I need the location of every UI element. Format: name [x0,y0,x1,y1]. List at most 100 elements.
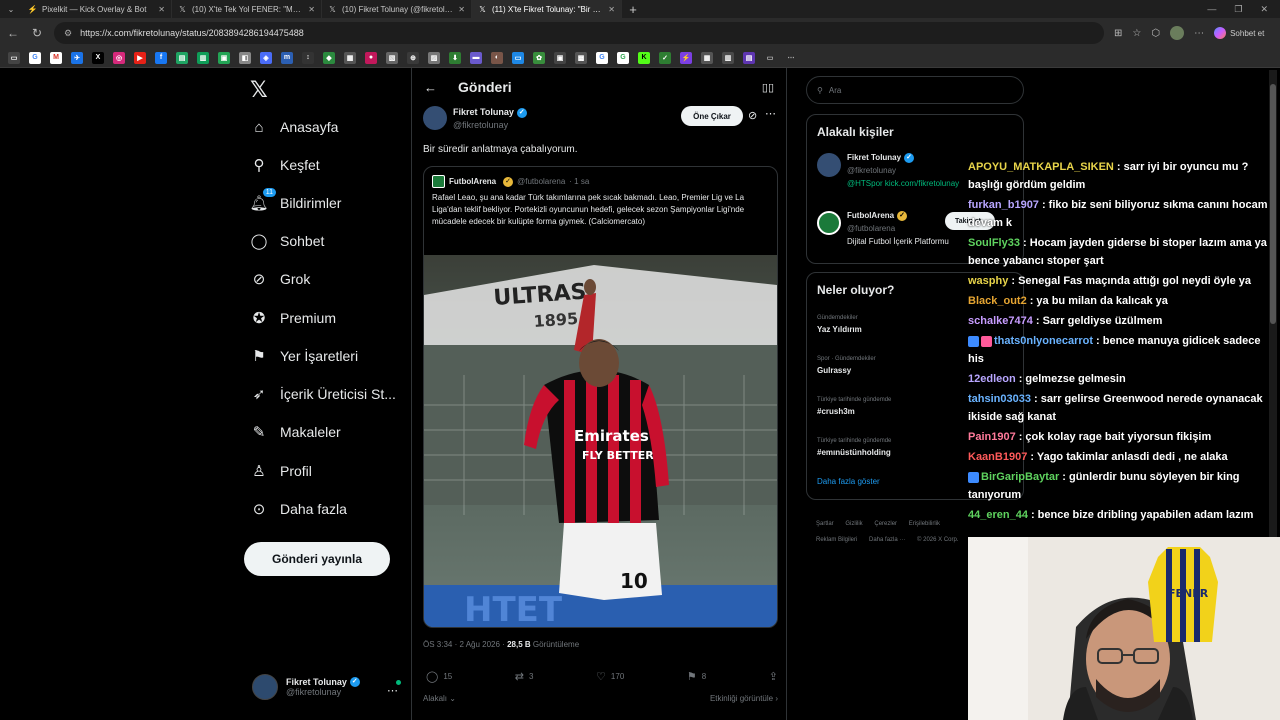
bookmark-icon[interactable]: ▬ [470,51,482,64]
bookmark-icon[interactable]: ▧ [386,51,398,64]
nav-profile[interactable]: ♙ Profil [250,456,312,486]
browser-tab-active[interactable]: 𝕏 (11) X'te Fikret Tolunay: "Bir süredi … [472,0,622,18]
footer-link[interactable]: Reklam Bilgileri [816,537,857,543]
close-tab-icon[interactable]: ✕ [308,5,315,14]
instagram-icon[interactable]: ◎ [113,51,125,64]
like-button[interactable]: ♡ 170 [596,670,624,683]
bookmark-icon[interactable]: ▭ [8,51,20,64]
trend-item[interactable]: Türkiye tarihinde gündemde #crush3m [817,397,891,416]
bookmark-icon[interactable]: ✓ [659,51,671,64]
browser-tab[interactable]: 𝕏 (10) Fikret Tolunay (@fikretolunay) ✕ [322,0,472,18]
nav-premium[interactable]: ✪ Premium [250,303,336,333]
browser-tab[interactable]: 𝕏 (10) X'te Tek Yol FENER: "Moussa S ✕ [172,0,322,18]
bookmark-icon[interactable]: ▤ [743,51,755,64]
nav-home[interactable]: ⌂ Anasayfa [250,112,338,142]
menu-dots-icon[interactable]: ⋯ [1194,28,1204,39]
bookmark-icon[interactable]: m [281,51,293,64]
folder-icon[interactable]: ▭ [764,52,776,64]
footer-link[interactable]: Gizlilik [845,521,862,527]
gmail-icon[interactable]: M [50,51,62,64]
bookmark-icon[interactable]: ▣ [218,51,230,64]
grok-icon[interactable]: ⊘ [748,109,757,122]
footer-link[interactable]: Çerezler [874,521,897,527]
repost-button[interactable]: ⇄ 3 [515,670,534,683]
close-tab-icon[interactable]: ✕ [158,5,165,14]
sort-dropdown[interactable]: Alakalı ⌄ [423,694,456,703]
bookmark-icon[interactable]: ▣ [554,51,566,64]
bookmark-icon[interactable]: ↕ [302,51,314,64]
feature-button[interactable]: Öne Çıkar [681,106,743,126]
more-bookmarks-icon[interactable]: ⋯ [785,52,797,64]
tab-list-chevron-icon[interactable]: ⌄ [0,5,22,14]
account-menu-icon[interactable]: ⋯ [387,684,398,697]
nav-explore[interactable]: ⚲ Keşfet [250,150,320,180]
more-options-icon[interactable]: ⋯ [765,107,776,120]
search-input[interactable]: ⚲ Ara [806,76,1024,104]
google-icon[interactable]: G [596,51,608,64]
post-button[interactable]: Gönderi yayınla [244,542,390,576]
nav-grok[interactable]: ⊘ Grok [250,264,311,294]
nav-more[interactable]: ⊙ Daha fazla [250,494,347,524]
x-icon[interactable]: X [92,51,104,64]
site-info-icon[interactable]: ⚙ [64,28,72,39]
bookmark-icon[interactable]: ⊕ [407,51,419,64]
bookmark-icon[interactable]: ◧ [239,51,251,64]
bookmark-icon[interactable]: ▩ [575,51,587,64]
youtube-icon[interactable]: ▶ [134,51,146,64]
nav-chat[interactable]: ◯ Sohbet [250,226,325,256]
maximize-icon[interactable]: ❐ [1234,4,1242,15]
bookmark-icon[interactable]: ◐ [491,51,503,64]
close-window-icon[interactable]: ✕ [1260,4,1268,15]
nav-creator-studio[interactable]: ➶ İçerik Üreticisi St... [250,379,396,409]
footer-link[interactable]: Şartlar [816,521,834,527]
tweet-time[interactable]: ÖS 3:34 · 2 Ağu 2026 · [423,640,505,649]
scrollbar-thumb[interactable] [1270,84,1276,324]
google-icon[interactable]: G [617,51,629,64]
trend-item[interactable]: Spor · Gündemdekiler Gulrassy [817,356,876,375]
footer-link[interactable]: Daha fazla ··· [869,537,905,543]
google-icon[interactable]: G [29,51,41,64]
footer-link[interactable]: Erişilebilirlik [909,521,940,527]
translate-icon[interactable]: ⊞ [1114,28,1122,39]
avatar[interactable] [423,106,447,130]
view-activity-link[interactable]: Etkinliği görüntüle › [710,694,778,703]
reader-mode-icon[interactable]: ▯▯ [762,81,774,94]
nav-articles[interactable]: ✎ Makaleler [250,417,341,447]
show-more-link[interactable]: Daha fazla göster [817,477,880,486]
star-icon[interactable]: ☆ [1132,28,1141,39]
bookmark-icon[interactable]: ◈ [260,51,272,64]
bookmark-icon[interactable]: ⚡ [680,51,692,64]
tweet-photo[interactable]: ULTRAS 1895 HTET Emirates FLY BETTER 10 [424,255,777,627]
x-logo-icon[interactable]: 𝕏 [250,78,268,103]
bookmark-icon[interactable]: ◆ [323,51,335,64]
back-arrow-icon[interactable]: ← [6,26,20,40]
bookmark-icon[interactable]: ▦ [701,51,713,64]
trend-item[interactable]: Gündemdekiler Yaz Yıldırım [817,315,862,334]
browser-tab[interactable]: ⚡ Pixelkit — Kick Overlay & Bot ✕ [22,0,172,18]
url-bar[interactable]: ⚙ https://x.com/fikretolunay/status/2083… [54,22,1104,44]
author-name[interactable]: Fikret Tolunay [453,107,514,117]
bookmark-icon[interactable]: ● [365,51,377,64]
bookmark-icon[interactable]: ▨ [428,51,440,64]
share-button[interactable]: ⇪ [769,670,778,683]
account-switcher[interactable]: Fikret Tolunay ✓ @fikretolunay [252,674,360,700]
bookmark-icon[interactable]: ▥ [722,51,734,64]
close-tab-icon[interactable]: ✕ [458,5,465,14]
profile-avatar[interactable] [1170,26,1185,40]
trend-item[interactable]: Türkiye tarihinde gündemde #emınüstünhol… [817,438,891,457]
new-tab-button[interactable]: + [622,2,644,17]
facebook-icon[interactable]: f [155,51,167,64]
bookmark-icon[interactable]: ▦ [344,51,356,64]
nav-notifications[interactable]: 🔔︎ 11 Bildirimler [249,188,341,218]
bookmark-icon[interactable]: ⬇ [449,51,461,64]
bookmark-icon[interactable]: ✿ [533,51,545,64]
minimize-icon[interactable]: — [1207,4,1216,15]
bookmark-icon[interactable]: ✈ [71,51,83,64]
bookmark-button[interactable]: ⚑ 8 [687,670,706,683]
bookmark-icon[interactable]: ▭ [512,51,524,64]
quoted-tweet[interactable]: FutbolArena ✓ @futbolarena · 1 sa Rafael… [423,166,778,628]
back-arrow-icon[interactable]: ← [424,80,437,95]
kick-icon[interactable]: K [638,51,650,64]
nav-bookmarks[interactable]: ⚑ Yer İşaretleri [250,341,358,371]
reply-button[interactable]: ◯ 15 [426,670,452,683]
